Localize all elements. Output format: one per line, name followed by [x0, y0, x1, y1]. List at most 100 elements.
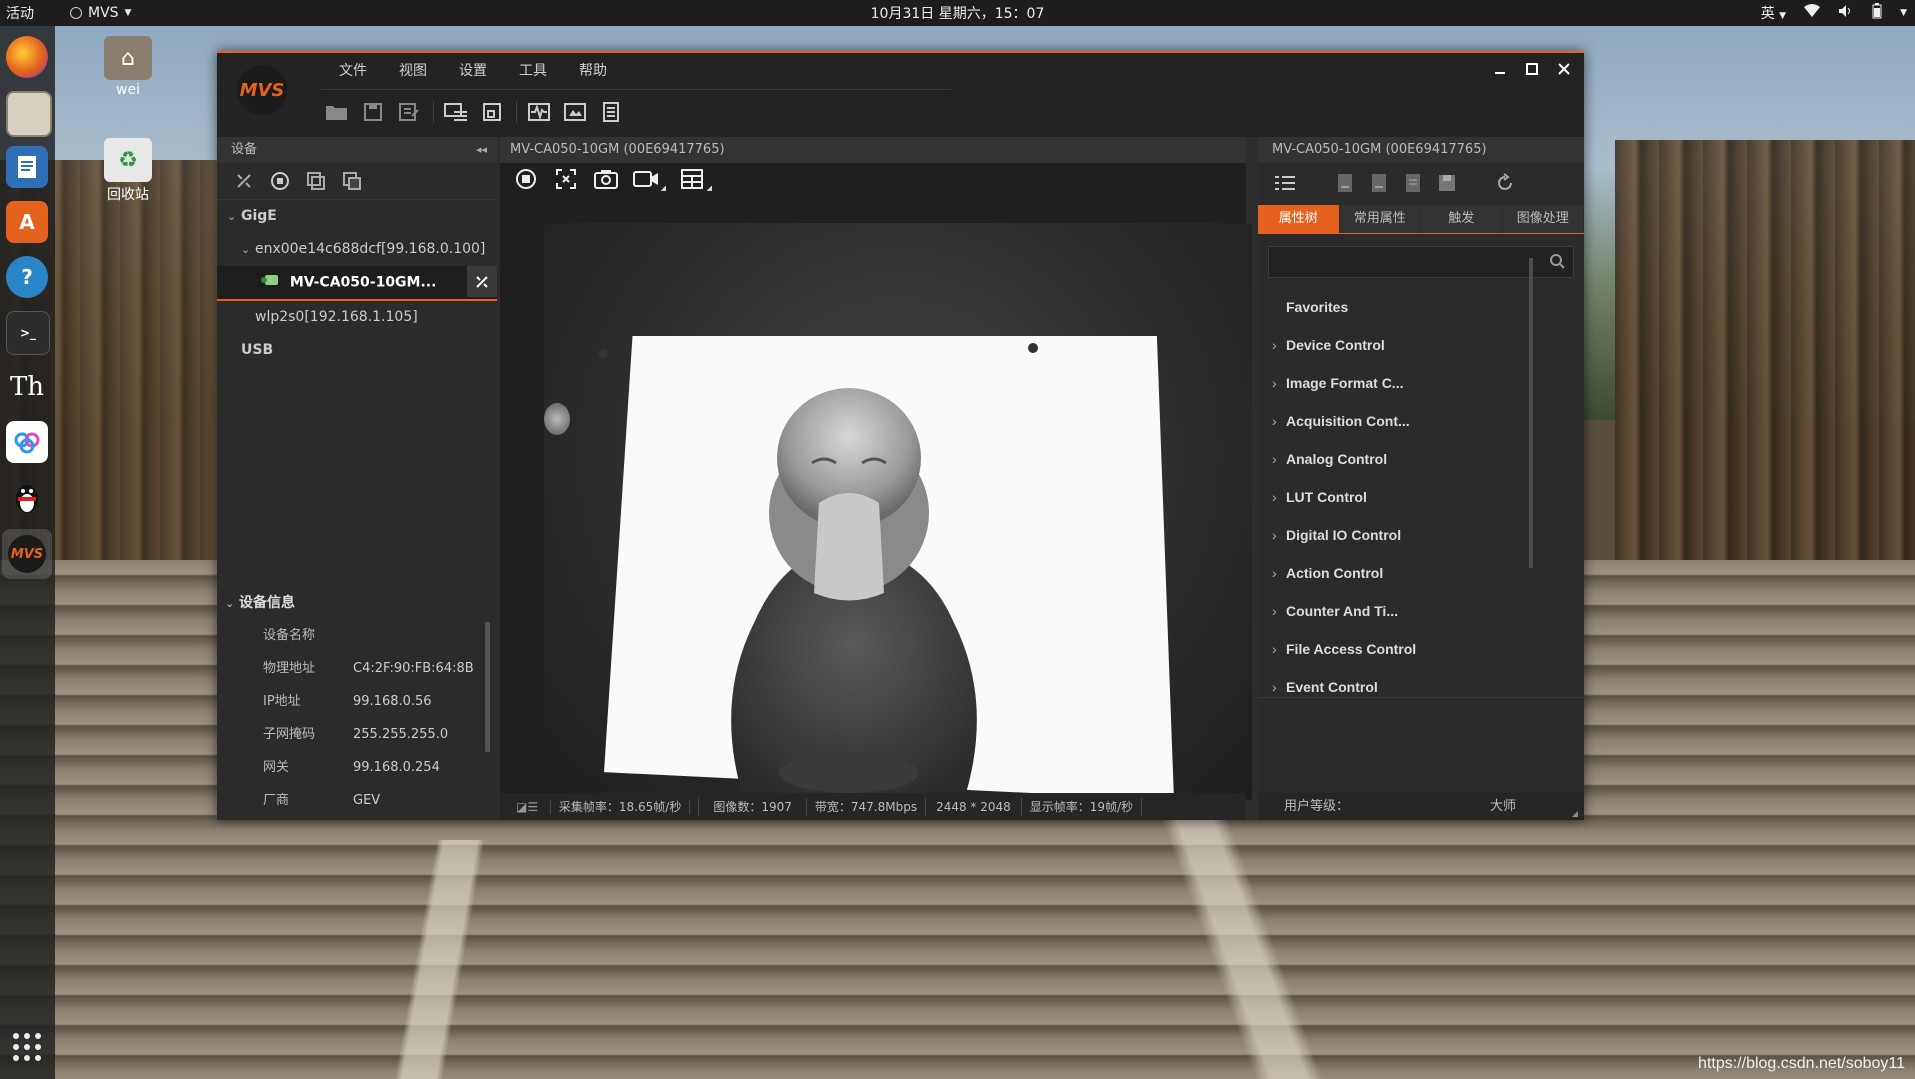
property-scrollbar[interactable] — [1529, 258, 1533, 568]
collapse-left-icon[interactable]: ◂◂ — [476, 137, 487, 163]
tab-property-tree[interactable]: 属性树 — [1258, 205, 1340, 233]
import-config-icon[interactable] — [1332, 170, 1358, 196]
user-level-value[interactable]: 大师 — [1490, 793, 1516, 820]
chevron-right-icon[interactable]: › — [1272, 326, 1286, 364]
mvs-dock-icon[interactable]: MVS — [2, 529, 52, 579]
chevron-right-icon[interactable]: › — [1272, 668, 1286, 706]
tab-trigger[interactable]: 触发 — [1421, 205, 1503, 233]
refresh-icon[interactable] — [1492, 170, 1518, 196]
property-group[interactable]: › Counter And Ti... — [1258, 592, 1584, 630]
device-list-icon[interactable] — [442, 98, 470, 126]
chevron-right-icon[interactable]: › — [1272, 554, 1286, 592]
log-icon[interactable] — [597, 98, 625, 126]
waveform-icon[interactable] — [525, 98, 553, 126]
dropdown-triangle-icon[interactable]: ◢ — [707, 184, 712, 192]
stop-grab-icon[interactable] — [512, 166, 540, 192]
volume-icon[interactable] — [1838, 4, 1854, 22]
search-icon[interactable] — [1549, 253, 1565, 273]
tab-image-processing[interactable]: 图像处理 — [1502, 205, 1584, 233]
image-settings-icon[interactable] — [561, 98, 589, 126]
status-menu-icon[interactable]: ◪☰ — [508, 799, 551, 814]
save-as-icon[interactable] — [395, 98, 423, 126]
property-group[interactable]: › Acquisition Cont... — [1258, 402, 1584, 440]
chevron-right-icon[interactable]: › — [1272, 592, 1286, 630]
split-view-icon[interactable]: ◢ — [678, 166, 712, 192]
menu-file[interactable]: 文件 — [323, 59, 383, 83]
software-center-icon[interactable]: A — [6, 201, 48, 243]
snapshot-icon[interactable] — [592, 166, 620, 192]
chevron-down-icon[interactable]: ⌄ — [225, 588, 239, 620]
export-config-icon[interactable] — [1366, 170, 1392, 196]
maximize-icon[interactable] — [1522, 59, 1542, 79]
dropdown-triangle-icon[interactable]: ◢ — [661, 184, 666, 192]
disconnect-icon[interactable] — [231, 168, 257, 194]
copy-icon[interactable] — [339, 168, 365, 194]
show-applications-icon[interactable] — [6, 1026, 48, 1068]
chevron-down-icon[interactable]: ▼ — [1900, 8, 1907, 18]
device-info-header[interactable]: ⌄ 设备信息 — [217, 587, 497, 619]
qq-icon[interactable] — [6, 476, 48, 518]
info-row: 厂商 GEV — [217, 784, 497, 817]
chevron-down-icon[interactable]: ⌄ — [241, 233, 255, 266]
property-group[interactable]: › LUT Control — [1258, 478, 1584, 516]
terminal-icon[interactable]: >_ — [6, 311, 50, 355]
document-icon[interactable] — [1400, 170, 1426, 196]
stop-icon[interactable] — [267, 168, 293, 194]
property-favorites[interactable]: Favorites — [1258, 288, 1584, 326]
info-scrollbar[interactable] — [485, 622, 490, 752]
close-icon[interactable] — [1554, 59, 1574, 79]
menu-view[interactable]: 视图 — [383, 59, 443, 83]
chevron-down-icon[interactable]: ⌄ — [227, 200, 241, 233]
save-icon[interactable] — [359, 98, 387, 126]
tree-node-wlan[interactable]: wlp2s0[192.168.1.105] — [217, 301, 497, 334]
resize-grip-icon[interactable]: ◢ — [1572, 809, 1578, 818]
menu-help[interactable]: 帮助 — [563, 59, 623, 83]
writer-icon[interactable] — [6, 146, 48, 188]
camera-image[interactable] — [544, 223, 1252, 800]
input-method[interactable]: 英 ▼ — [1761, 3, 1786, 23]
list-view-icon[interactable] — [1272, 170, 1298, 196]
fit-window-icon[interactable] — [478, 98, 506, 126]
chevron-right-icon[interactable]: › — [1272, 364, 1286, 402]
tree-node-interface[interactable]: ⌄ enx00e14c688dcf[99.168.0.100] — [217, 233, 497, 266]
firefox-icon[interactable] — [6, 36, 48, 78]
chevron-right-icon[interactable]: › — [1272, 440, 1286, 478]
battery-icon[interactable] — [1872, 3, 1882, 23]
fullscreen-icon[interactable] — [552, 166, 580, 192]
typora-icon[interactable]: Th — [6, 366, 48, 408]
menu-settings[interactable]: 设置 — [443, 59, 503, 83]
desktop-home-folder[interactable]: ⌂ wei — [88, 36, 168, 98]
activities-button[interactable]: 活动 — [6, 3, 34, 23]
wifi-icon[interactable] — [1804, 4, 1821, 22]
property-group[interactable]: › Action Control — [1258, 554, 1584, 592]
chevron-right-icon[interactable]: › — [1272, 516, 1286, 554]
property-group[interactable]: › Digital IO Control — [1258, 516, 1584, 554]
disconnect-camera-icon[interactable] — [467, 266, 497, 297]
chevron-right-icon[interactable]: › — [1272, 630, 1286, 668]
clock[interactable]: 10月31日 星期六，15：07 — [0, 3, 1915, 23]
save-params-icon[interactable] — [1434, 170, 1460, 196]
chevron-right-icon[interactable]: › — [1272, 478, 1286, 516]
property-search-input[interactable] — [1269, 247, 1529, 277]
record-icon[interactable]: ◢ — [632, 166, 666, 192]
property-group[interactable]: › File Access Control — [1258, 630, 1584, 668]
menu-tools[interactable]: 工具 — [503, 59, 563, 83]
property-group[interactable]: › Device Control — [1258, 326, 1584, 364]
tree-node-usb[interactable]: USB — [217, 334, 497, 367]
minimize-icon[interactable] — [1490, 59, 1510, 79]
app-menu[interactable]: MVS ▼ — [70, 5, 131, 21]
tree-node-gige[interactable]: ⌄ GigE — [217, 200, 497, 233]
main-toolbar — [323, 97, 633, 127]
help-icon[interactable]: ? — [6, 256, 48, 298]
multi-view-icon[interactable] — [303, 168, 329, 194]
files-icon[interactable] — [6, 91, 52, 137]
desktop-trash[interactable]: ♻ 回收站 — [88, 138, 168, 204]
baidu-netdisk-icon[interactable] — [6, 421, 48, 463]
tree-node-camera[interactable]: MV-CA050-10GM... — [217, 266, 497, 301]
property-group[interactable]: › Event Control — [1258, 668, 1584, 706]
property-group[interactable]: › Analog Control — [1258, 440, 1584, 478]
chevron-right-icon[interactable]: › — [1272, 402, 1286, 440]
property-group[interactable]: › Image Format C... — [1258, 364, 1584, 402]
open-folder-icon[interactable] — [323, 98, 351, 126]
tab-common-properties[interactable]: 常用属性 — [1339, 205, 1421, 233]
